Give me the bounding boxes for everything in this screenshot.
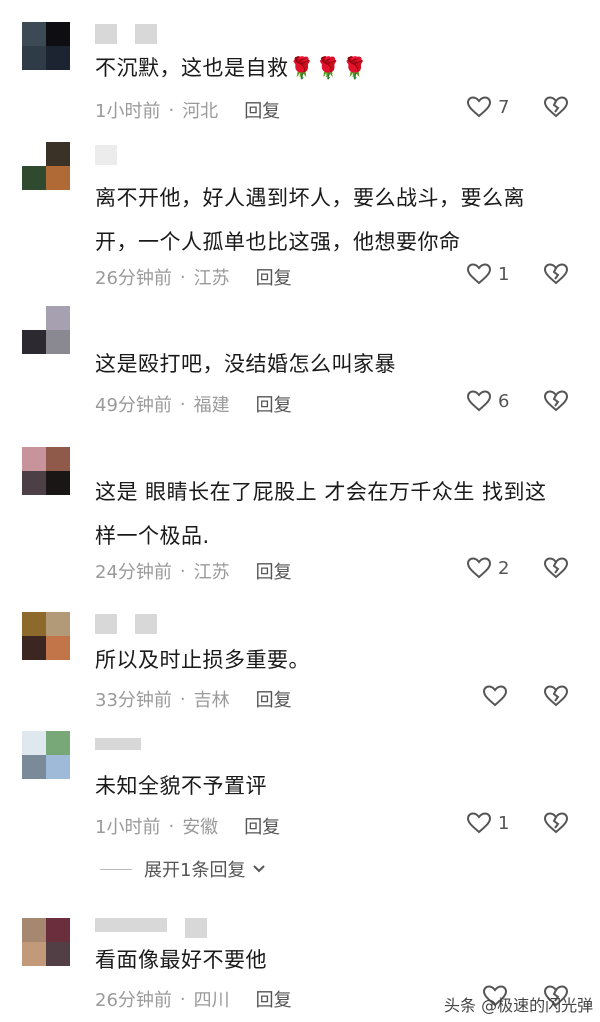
comment-location: 江苏 (193, 562, 230, 583)
comment-location: 吉林 (193, 690, 230, 711)
dislike-button[interactable] (543, 684, 569, 708)
avatar[interactable] (22, 918, 70, 966)
dislike-button[interactable] (543, 262, 569, 286)
broken-heart-icon (543, 556, 569, 580)
expand-replies-label: 展开1条回复 (144, 860, 246, 881)
username-blurred[interactable] (95, 738, 141, 758)
comment-meta: 33分钟前 · 吉林 回复 (95, 686, 292, 712)
comment-meta: 1小时前 · 安徽 回复 (95, 813, 280, 839)
reply-button[interactable]: 回复 (244, 813, 280, 839)
comment-text: 不沉默，这也是自救🌹🌹🌹 (95, 56, 369, 80)
broken-heart-icon (543, 811, 569, 835)
heart-icon (466, 95, 492, 119)
like-button[interactable]: 1 (466, 262, 509, 286)
reply-button[interactable]: 回复 (244, 97, 280, 123)
comment-meta: 49分钟前 · 福建 回复 (95, 391, 292, 417)
dislike-button[interactable] (543, 556, 569, 580)
comment-text: 看面像最好不要他 (95, 948, 267, 972)
comment-time: 26分钟前 (95, 268, 172, 289)
expand-replies-button[interactable]: 展开1条回复 (100, 856, 267, 882)
reply-button[interactable]: 回复 (256, 391, 292, 417)
heart-icon (466, 389, 492, 413)
rose-emoji: 🌹🌹🌹 (288, 56, 369, 80)
comment-time: 49分钟前 (95, 395, 172, 416)
like-button[interactable]: 7 (466, 95, 509, 119)
comment-time: 1小时前 (95, 817, 161, 838)
reply-button[interactable]: 回复 (256, 558, 292, 584)
broken-heart-icon (543, 95, 569, 119)
avatar[interactable] (22, 22, 70, 70)
avatar[interactable] (22, 142, 70, 190)
reply-button[interactable]: 回复 (256, 686, 292, 712)
like-button[interactable] (482, 684, 514, 708)
dislike-button[interactable] (543, 95, 569, 119)
like-button[interactable]: 2 (466, 556, 509, 580)
comment-text: 所以及时止损多重要。 (95, 648, 310, 672)
comment-text: 这是 眼睛长在了屁股上 才会在万千众生 找到这样一个极品. (95, 480, 547, 548)
like-count: 1 (498, 812, 510, 834)
username-blurred[interactable] (95, 145, 117, 165)
avatar[interactable] (22, 306, 70, 354)
broken-heart-icon (543, 684, 569, 708)
username-blurred[interactable] (95, 918, 207, 938)
heart-icon (466, 556, 492, 580)
username-blurred[interactable] (95, 614, 157, 634)
comment-text: 未知全貌不予置评 (95, 774, 267, 798)
avatar[interactable] (22, 612, 70, 660)
divider-line (100, 868, 132, 870)
comment-meta: 1小时前 · 河北 回复 (95, 97, 280, 123)
comment-meta: 26分钟前 · 四川 回复 (95, 986, 292, 1012)
heart-icon (466, 262, 492, 286)
chevron-down-icon (251, 863, 267, 875)
like-count: 7 (498, 96, 510, 118)
like-count: 6 (498, 390, 510, 412)
username-blurred[interactable] (95, 24, 157, 44)
comment-location: 安徽 (182, 817, 219, 838)
broken-heart-icon (543, 262, 569, 286)
comment-meta: 24分钟前 · 江苏 回复 (95, 558, 292, 584)
like-count: 1 (498, 263, 510, 285)
comment-location: 河北 (182, 101, 219, 122)
comment-time: 24分钟前 (95, 562, 172, 583)
broken-heart-icon (543, 389, 569, 413)
heart-icon (466, 811, 492, 835)
comment-location: 福建 (193, 395, 230, 416)
comment-time: 33分钟前 (95, 690, 172, 711)
comment-time: 26分钟前 (95, 990, 172, 1011)
reply-button[interactable]: 回复 (256, 986, 292, 1012)
heart-icon (482, 684, 508, 708)
like-count: 2 (498, 557, 510, 579)
dislike-button[interactable] (543, 811, 569, 835)
comment-meta: 26分钟前 · 江苏 回复 (95, 264, 292, 290)
dislike-button[interactable] (543, 389, 569, 413)
avatar[interactable] (22, 731, 70, 779)
comment-location: 江苏 (193, 268, 230, 289)
watermark: 头条 @极速的闪光弹 (444, 996, 594, 1015)
like-button[interactable]: 1 (466, 811, 509, 835)
like-button[interactable]: 6 (466, 389, 509, 413)
comment-location: 四川 (193, 990, 230, 1011)
comment-text: 这是殴打吧，没结婚怎么叫家暴 (95, 352, 396, 376)
comment-time: 1小时前 (95, 101, 161, 122)
reply-button[interactable]: 回复 (256, 264, 292, 290)
avatar[interactable] (22, 447, 70, 495)
comment-text: 离不开他，好人遇到坏人，要么战斗，要么离开，一个人孤单也比这强，他想要你命 (95, 186, 525, 254)
